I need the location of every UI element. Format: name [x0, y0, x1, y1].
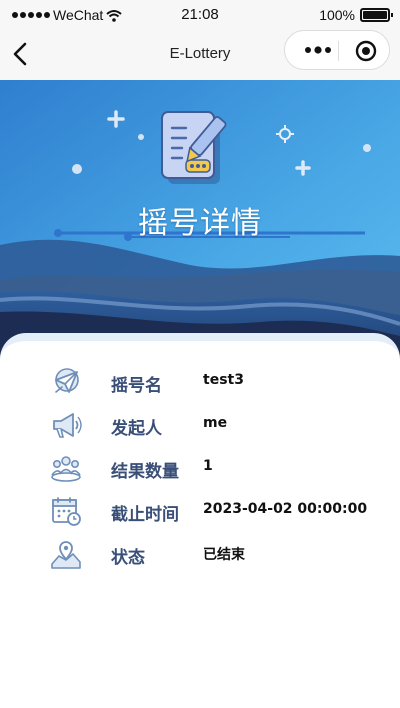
detail-row-deadline: 截止时间 2023-04-02 00:00:00	[0, 492, 400, 535]
detail-label: 结果数量	[111, 462, 179, 482]
detail-label: 状态	[111, 548, 145, 568]
detail-label: 摇号名	[111, 376, 162, 396]
detail-value: 2023-04-02 00:00:00	[203, 501, 368, 517]
banner-title: 摇号详情	[138, 206, 262, 241]
paper-plane-icon	[55, 368, 79, 393]
nav-bar: E-Lottery	[0, 30, 400, 80]
detail-row-name: 摇号名 test3	[0, 363, 400, 406]
details-list: 摇号名 test3 发起人 me 结果数量 1 截止时间 2023-04-02 …	[0, 363, 400, 578]
capsule-divider	[338, 41, 339, 61]
detail-value: 已结束	[203, 547, 245, 563]
detail-row-status: 状态 已结束	[0, 535, 400, 578]
screen: WeChat 21:08 100% E-Lottery 摇号详情 摇号名 tes…	[0, 0, 400, 708]
battery-percent: 100%	[319, 7, 355, 23]
map-pin-icon	[51, 541, 81, 569]
status-bar: WeChat 21:08 100%	[0, 0, 400, 30]
detail-label: 截止时间	[111, 505, 179, 525]
megaphone-icon	[53, 413, 82, 438]
ellipsis-icon[interactable]	[303, 41, 333, 59]
detail-value: me	[203, 415, 228, 431]
menu-capsule	[284, 30, 390, 70]
record-icon[interactable]	[355, 40, 377, 62]
status-right: 100%	[319, 7, 393, 23]
header-banner: 摇号详情	[0, 80, 400, 370]
detail-value: test3	[203, 372, 244, 388]
notepad-icon	[161, 111, 227, 184]
detail-row-result-count: 结果数量 1	[0, 449, 400, 492]
calendar-clock-icon	[52, 497, 81, 526]
detail-value: 1	[203, 458, 213, 474]
details-card: 摇号名 test3 发起人 me 结果数量 1 截止时间 2023-04-02 …	[0, 333, 400, 708]
detail-label: 发起人	[111, 419, 162, 439]
detail-row-initiator: 发起人 me	[0, 406, 400, 449]
battery-icon	[360, 8, 393, 22]
group-icon	[51, 456, 81, 482]
